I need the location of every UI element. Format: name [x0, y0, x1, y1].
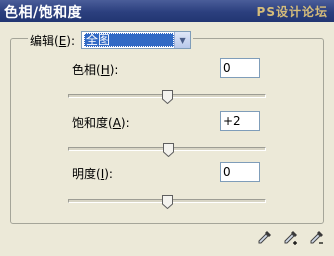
eyedropper-icon[interactable] [258, 230, 272, 248]
saturation-label: 饱和度(A): [72, 116, 130, 130]
hue-slider-thumb[interactable] [161, 90, 173, 104]
eyedropper-minus-icon[interactable] [310, 230, 324, 248]
lightness-label: 明度(I): [72, 167, 113, 181]
window-title: 色相/饱和度 [4, 5, 83, 21]
chevron-down-icon[interactable]: ▼ [174, 32, 191, 48]
edit-dropdown-value: 全图 [84, 33, 175, 47]
edit-dropdown[interactable]: 全图 ▼ [81, 31, 192, 49]
eyedropper-plus-icon[interactable] [284, 230, 298, 248]
title-bar[interactable]: 色相/饱和度 PS设计论坛 [0, 0, 334, 22]
hue-label: 色相(H): [72, 63, 119, 77]
lightness-slider-thumb[interactable] [161, 195, 173, 209]
edit-label: 编辑(E): [30, 33, 76, 48]
saturation-slider-thumb[interactable] [163, 143, 175, 157]
edit-row: 编辑(E): 全图 ▼ [28, 30, 194, 50]
saturation-input[interactable]: +2 [220, 111, 260, 131]
lightness-input[interactable]: 0 [220, 162, 260, 182]
watermark-text: PS设计论坛 [256, 5, 328, 19]
hue-input[interactable]: 0 [220, 58, 260, 78]
